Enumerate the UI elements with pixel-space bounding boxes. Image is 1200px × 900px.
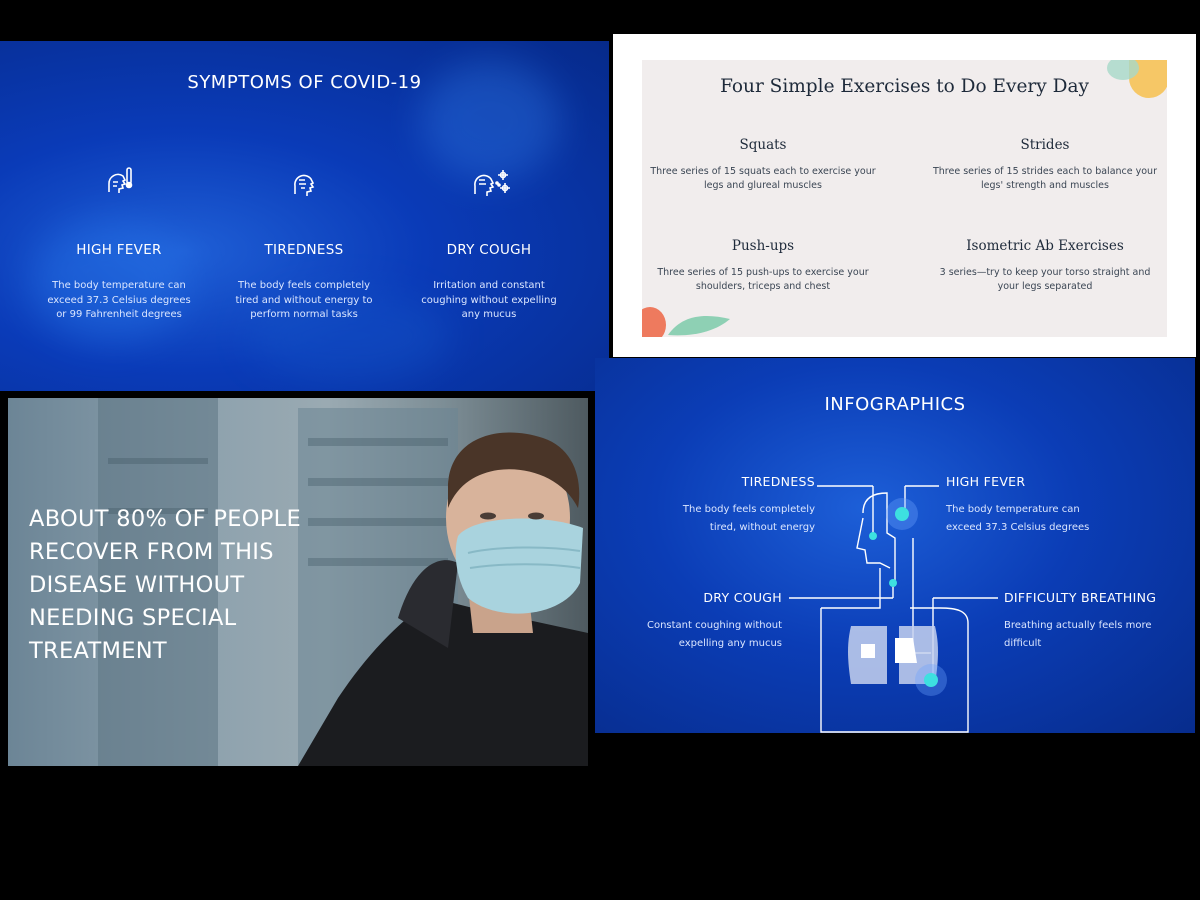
symptom-high-fever: HIGH FEVER The body temperature can exce…: [29, 166, 209, 323]
exercise-description: Three series of 15 strides each to balan…: [932, 166, 1157, 191]
label-high-fever: HIGH FEVER The body temperature can exce…: [946, 474, 1116, 537]
photo-caption: ABOUT 80% OF PEOPLE RECOVER FROM THIS DI…: [29, 506, 301, 664]
tired-head-icon: [286, 166, 322, 202]
label-tiredness: TIREDNESS The body feels completely tire…: [655, 474, 815, 537]
body-diagram: [789, 485, 998, 733]
infographics-slide[interactable]: INFOGRAPHICS TIREDNESS The body feels co…: [595, 358, 1195, 733]
symptom-description: Irritation and constant coughing without…: [421, 280, 557, 320]
label-description: The body temperature can exceed 37.3 Cel…: [946, 504, 1090, 533]
label-difficulty-breathing: DIFFICULTY BREATHING Breathing actually …: [1004, 590, 1174, 653]
symptom-heading: TIREDNESS: [264, 242, 344, 258]
exercise-heading: Isometric Ab Exercises: [966, 238, 1124, 254]
symptom-heading: DRY COUGH: [446, 242, 532, 258]
slide-title: SYMPTOMS OF COVID-19: [187, 72, 422, 93]
label-heading: HIGH FEVER: [946, 474, 1026, 489]
exercise-isometric-ab: Isometric Ab Exercises 3 series—try to k…: [930, 238, 1160, 294]
label-heading: DIFFICULTY BREATHING: [1004, 590, 1157, 605]
exercise-description: Three series of 15 squats each to exerci…: [650, 166, 876, 191]
symptom-heading: HIGH FEVER: [76, 242, 162, 258]
symptom-description: The body temperature can exceed 37.3 Cel…: [47, 280, 191, 320]
exercise-push-ups: Push-ups Three series of 15 push-ups to …: [648, 238, 878, 294]
symptoms-slide[interactable]: SYMPTOMS OF COVID-19 HIGH FEVER The body…: [0, 41, 609, 391]
symptom-dry-cough: DRY COUGH Irritation and constant coughi…: [399, 166, 579, 323]
label-description: The body feels completely tired, without…: [682, 504, 815, 533]
exercise-heading: Push-ups: [731, 238, 795, 254]
photo-slide[interactable]: ABOUT 80% OF PEOPLE RECOVER FROM THIS DI…: [8, 398, 588, 766]
cough-head-icon: [471, 166, 510, 202]
decor-leaf-icon: [664, 311, 734, 336]
exercise-squats: Squats Three series of 15 squats each to…: [648, 137, 878, 193]
masked-person-image: [298, 432, 588, 766]
slide-title: Four Simple Exercises to Do Every Day: [720, 76, 1089, 97]
label-heading: DRY COUGH: [703, 590, 782, 605]
label-description: Constant coughing without expelling any …: [646, 620, 782, 649]
label-description: Breathing actually feels more difficult: [1004, 620, 1152, 649]
exercise-heading: Squats: [739, 137, 787, 153]
label-heading: TIREDNESS: [741, 474, 815, 489]
exercises-card: Four Simple Exercises to Do Every Day Sq…: [642, 60, 1167, 337]
fever-head-icon: [101, 166, 137, 202]
exercise-description: 3 series—try to keep your torso straight…: [939, 267, 1151, 292]
decor-blob-bottom-left: [642, 307, 666, 337]
exercise-strides: Strides Three series of 15 strides each …: [930, 137, 1160, 193]
exercise-description: Three series of 15 push-ups to exercise …: [657, 267, 869, 292]
label-dry-cough: DRY COUGH Constant coughing without expe…: [627, 590, 782, 653]
exercises-slide[interactable]: Four Simple Exercises to Do Every Day Sq…: [613, 34, 1196, 357]
exercise-heading: Strides: [1020, 137, 1070, 153]
symptom-tiredness: TIREDNESS The body feels completely tire…: [214, 166, 394, 323]
symptom-description: The body feels completely tired and with…: [235, 280, 373, 320]
